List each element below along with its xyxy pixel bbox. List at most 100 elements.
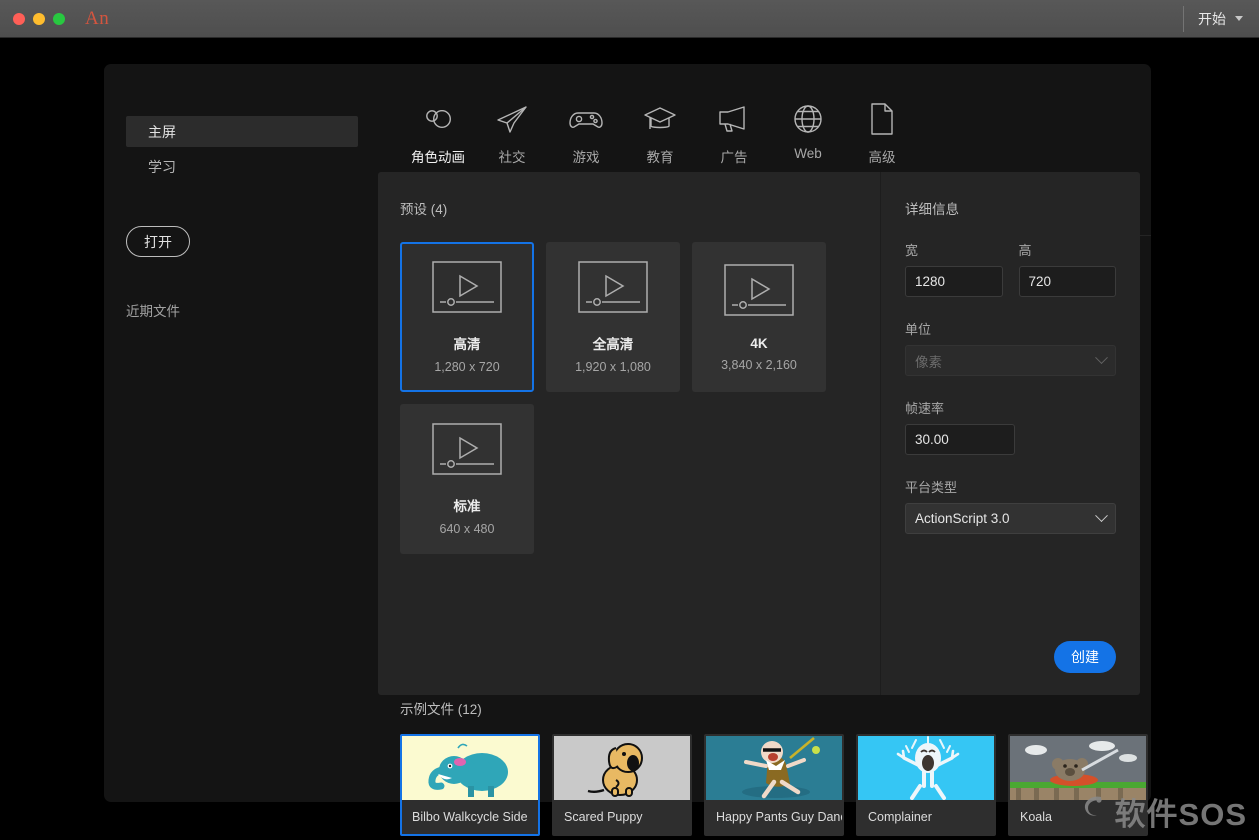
megaphone-icon — [716, 100, 752, 138]
video-frame-icon — [431, 260, 503, 319]
platform-label: 平台类型 — [905, 480, 958, 495]
start-menu-label: 开始 — [1198, 10, 1226, 27]
sample-card-complainer[interactable]: Complainer — [856, 734, 996, 836]
sample-card-happy-pants[interactable]: Happy Pants Guy Dance — [704, 734, 844, 836]
preset-name: 4K — [750, 335, 768, 351]
chevron-down-icon — [1095, 351, 1108, 365]
presets-section: 预设 (4) 高清 1,280 x 720 全高清 1,920 x 1,080 … — [378, 172, 880, 695]
tab-games[interactable]: 游戏 — [549, 92, 623, 166]
preset-card-full-hd[interactable]: 全高清 1,920 x 1,080 — [546, 242, 680, 392]
tab-education[interactable]: 教育 — [623, 92, 697, 166]
tab-advanced[interactable]: 高级 — [845, 92, 919, 166]
close-window-button[interactable] — [13, 12, 25, 25]
preset-dimensions: 3,840 x 2,160 — [721, 357, 797, 372]
height-input[interactable]: 720 — [1018, 266, 1116, 297]
unit-value: 像素 — [915, 354, 942, 370]
sample-files-title: 示例文件 (12) — [400, 702, 482, 717]
unit-field-group: 单位 像素 — [905, 319, 1116, 376]
preset-dimensions: 1,920 x 1,080 — [575, 360, 651, 374]
os-title-bar: An 开始 — [0, 0, 1259, 38]
tab-label: 广告 — [720, 150, 748, 165]
category-tabs: 角色动画 社交 游戏 教育 广告 Web 高级 — [379, 92, 1151, 172]
preset-name: 高清 — [453, 337, 481, 352]
elephant-thumb — [402, 736, 538, 800]
open-file-button[interactable]: 打开 — [126, 226, 190, 257]
chevron-down-icon — [1235, 16, 1243, 21]
watermark-text: 软件SOS — [1114, 797, 1247, 832]
tab-label: 角色动画 — [411, 150, 465, 165]
create-button[interactable]: 创建 — [1054, 641, 1116, 673]
sidebar-item-learn[interactable]: 学习 — [126, 151, 358, 182]
unit-select: 像素 — [905, 345, 1116, 376]
puppy-thumb — [554, 736, 690, 800]
tab-label: 教育 — [646, 150, 674, 165]
platform-field-group: 平台类型 ActionScript 3.0 — [905, 477, 1116, 534]
start-screen-window: 主屏 学习 打开 近期文件 角色动画 社交 游戏 教育 广告 Web 高级 预设… — [104, 64, 1151, 836]
preset-dimensions: 640 x 480 — [439, 522, 495, 536]
sample-card-label: Complainer — [868, 810, 932, 824]
platform-select[interactable]: ActionScript 3.0 — [905, 503, 1116, 534]
sample-card-label: Bilbo Walkcycle Side — [412, 810, 528, 824]
sample-card-bilbo[interactable]: Bilbo Walkcycle Side — [400, 734, 540, 836]
presets-grid: 高清 1,280 x 720 全高清 1,920 x 1,080 4K 3,84… — [400, 242, 840, 554]
sidebar: 主屏 学习 打开 近期文件 — [104, 64, 379, 802]
details-title: 详细信息 — [905, 202, 959, 217]
preset-name: 全高清 — [592, 337, 634, 352]
tab-social[interactable]: 社交 — [475, 92, 549, 166]
framerate-field-group: 帧速率 30.00 — [905, 398, 1015, 455]
framerate-field-row: 帧速率 30.00 — [905, 398, 1116, 455]
unit-field-row: 单位 像素 — [905, 319, 1116, 376]
minimize-window-button[interactable] — [33, 12, 45, 25]
height-field-group: 高 720 — [1018, 240, 1116, 297]
platform-value: ActionScript 3.0 — [915, 511, 1010, 526]
sample-card-label: Scared Puppy — [564, 810, 643, 824]
graduation-cap-icon — [642, 100, 678, 138]
platform-field-row: 平台类型 ActionScript 3.0 — [905, 477, 1116, 534]
video-frame-icon — [723, 263, 795, 322]
width-label: 宽 — [905, 243, 919, 258]
chevron-down-icon — [1095, 509, 1108, 523]
preset-name: 标准 — [453, 499, 481, 514]
tab-character-animation[interactable]: 角色动画 — [401, 92, 475, 166]
presets-title: 预设 (4) — [400, 202, 448, 217]
tab-label: 游戏 — [572, 150, 600, 165]
preset-card-hd[interactable]: 高清 1,280 x 720 — [400, 242, 534, 392]
watermark: 软件SOS — [1079, 789, 1247, 834]
window-controls[interactable] — [13, 12, 65, 25]
sidebar-item-home[interactable]: 主屏 — [126, 116, 358, 147]
tab-web[interactable]: Web — [771, 92, 845, 161]
framerate-label: 帧速率 — [905, 401, 945, 416]
dancer-thumb — [706, 736, 842, 800]
complainer-thumb — [858, 736, 994, 800]
start-menu-button[interactable]: 开始 — [1184, 9, 1259, 29]
size-fields-row: 宽 1280 高 720 — [905, 240, 1116, 297]
framerate-input[interactable]: 30.00 — [905, 424, 1015, 455]
maximize-window-button[interactable] — [53, 12, 65, 25]
unit-label: 单位 — [905, 322, 932, 337]
details-section: 详细信息 宽 1280 高 720 单位 像素 帧速率 30.00 平台类型 A… — [880, 172, 1140, 695]
watermark-logo-icon — [1079, 793, 1109, 831]
tab-advertising[interactable]: 广告 — [697, 92, 771, 166]
height-label: 高 — [1018, 243, 1032, 258]
sample-files-row: Bilbo Walkcycle Side Scared Puppy Happy … — [400, 734, 1151, 836]
sample-card-label: Happy Pants Guy Dance — [716, 810, 842, 824]
document-page-icon — [868, 100, 896, 138]
video-frame-icon — [431, 422, 503, 481]
sidebar-item-label: 学习 — [148, 158, 176, 175]
preset-card-standard[interactable]: 标准 640 x 480 — [400, 404, 534, 554]
preset-card-4k[interactable]: 4K 3,840 x 2,160 — [692, 242, 826, 392]
recent-files-label: 近期文件 — [126, 304, 180, 319]
gamepad-icon — [567, 100, 605, 138]
animate-logo: An — [85, 7, 110, 29]
sidebar-item-label: 主屏 — [148, 123, 176, 140]
character-animation-icon — [418, 100, 458, 138]
new-document-panel: 预设 (4) 高清 1,280 x 720 全高清 1,920 x 1,080 … — [378, 172, 1140, 695]
width-field-group: 宽 1280 — [905, 240, 1003, 297]
sample-files-section: 示例文件 (12) Bilbo Walkcycle Side Scared Pu… — [378, 698, 1151, 836]
sample-card-scared-puppy[interactable]: Scared Puppy — [552, 734, 692, 836]
paper-plane-icon — [495, 100, 529, 138]
video-frame-icon — [577, 260, 649, 319]
width-input[interactable]: 1280 — [905, 266, 1003, 297]
tab-label: Web — [794, 146, 822, 161]
tab-label: 社交 — [498, 150, 526, 165]
